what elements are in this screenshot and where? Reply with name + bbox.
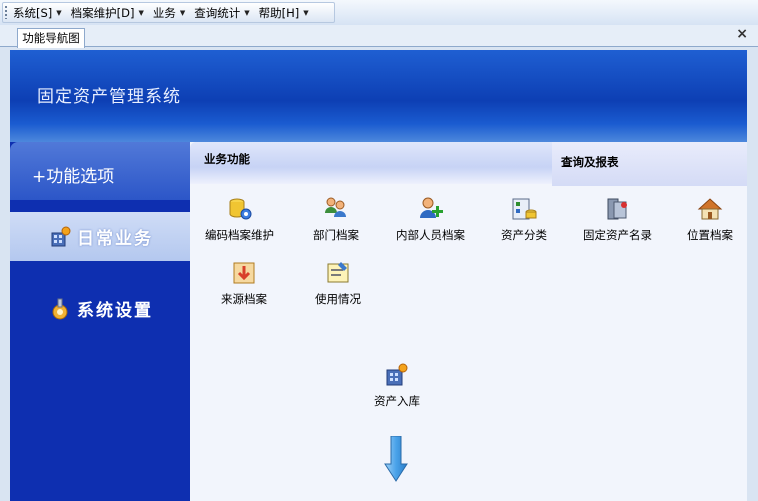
function-location-archive[interactable]: 位置档案 bbox=[687, 196, 733, 243]
system-settings-icon bbox=[52, 298, 68, 319]
tab-bar: 功能导航图 × bbox=[0, 25, 758, 48]
query-section-header: 查询及报表 bbox=[552, 142, 747, 186]
menu-strip: 系统[S] ▼ 档案维护[D] ▼ 业务 ▼ 查询统计 ▼ 帮助[H] ▼ bbox=[2, 2, 335, 23]
department-users-icon bbox=[325, 197, 346, 217]
dropdown-arrow-icon: ▼ bbox=[138, 8, 144, 17]
function-asset-inbound[interactable]: 资产入库 bbox=[374, 362, 420, 409]
function-fixed-asset-list[interactable]: 固定资产名录 bbox=[583, 196, 652, 243]
daily-business-icon bbox=[51, 226, 71, 246]
function-source-archive[interactable]: 来源档案 bbox=[221, 260, 267, 307]
function-internal-staff-archive[interactable]: 内部人员档案 bbox=[396, 196, 465, 243]
function-usage-status[interactable]: 使用情况 bbox=[315, 260, 361, 307]
tab-function-navigation[interactable]: 功能导航图 bbox=[17, 28, 85, 48]
dropdown-arrow-icon: ▼ bbox=[303, 8, 309, 17]
menu-help[interactable]: 帮助[H] ▼ bbox=[259, 5, 309, 21]
add-person-icon bbox=[419, 197, 443, 218]
function-code-archive-maintenance[interactable]: 编码档案维护 bbox=[205, 196, 274, 243]
close-icon[interactable]: × bbox=[736, 26, 748, 42]
dropdown-arrow-icon: ▼ bbox=[179, 8, 186, 17]
function-department-archive[interactable]: 部门档案 bbox=[313, 196, 359, 243]
sidebar-header[interactable]: +功能选项 bbox=[10, 142, 190, 200]
sidebar-item-system-settings[interactable]: 系统设置 bbox=[10, 284, 190, 333]
menu-archive-maintenance[interactable]: 档案维护[D] ▼ bbox=[71, 5, 144, 21]
navigation-panel: 固定资产管理系统 +功能选项 日常业务 系统设置 业务功能 查询及报表 编码档案… bbox=[10, 50, 747, 501]
asset-category-icon bbox=[512, 198, 537, 220]
dropdown-arrow-icon: ▼ bbox=[56, 8, 62, 17]
function-asset-category[interactable]: 资产分类 bbox=[501, 196, 547, 243]
menu-query-stats[interactable]: 查询统计 ▼ bbox=[194, 5, 249, 21]
page-title: 固定资产管理系统 bbox=[37, 87, 181, 107]
business-section-title: 业务功能 bbox=[204, 152, 250, 166]
source-icon bbox=[233, 262, 255, 284]
home-icon bbox=[697, 198, 723, 220]
usage-note-icon bbox=[327, 262, 349, 283]
banner: 固定资产管理系统 bbox=[10, 50, 747, 142]
menu-system[interactable]: 系统[S] ▼ bbox=[13, 5, 62, 21]
sidebar: +功能选项 日常业务 系统设置 bbox=[10, 142, 190, 501]
dropdown-arrow-icon: ▼ bbox=[244, 8, 250, 17]
grip-handle[interactable] bbox=[5, 6, 9, 19]
query-section-title: 查询及报表 bbox=[561, 155, 619, 169]
asset-list-icon bbox=[607, 198, 627, 220]
asset-inbound-icon bbox=[386, 363, 408, 386]
menu-business[interactable]: 业务 ▼ bbox=[153, 5, 185, 21]
menu-bar: 系统[S] ▼ 档案维护[D] ▼ 业务 ▼ 查询统计 ▼ 帮助[H] ▼ bbox=[0, 0, 758, 25]
sidebar-item-daily-business[interactable]: 日常业务 bbox=[10, 212, 190, 261]
flow-arrow-down-icon bbox=[384, 436, 408, 482]
database-gear-icon bbox=[229, 198, 251, 220]
